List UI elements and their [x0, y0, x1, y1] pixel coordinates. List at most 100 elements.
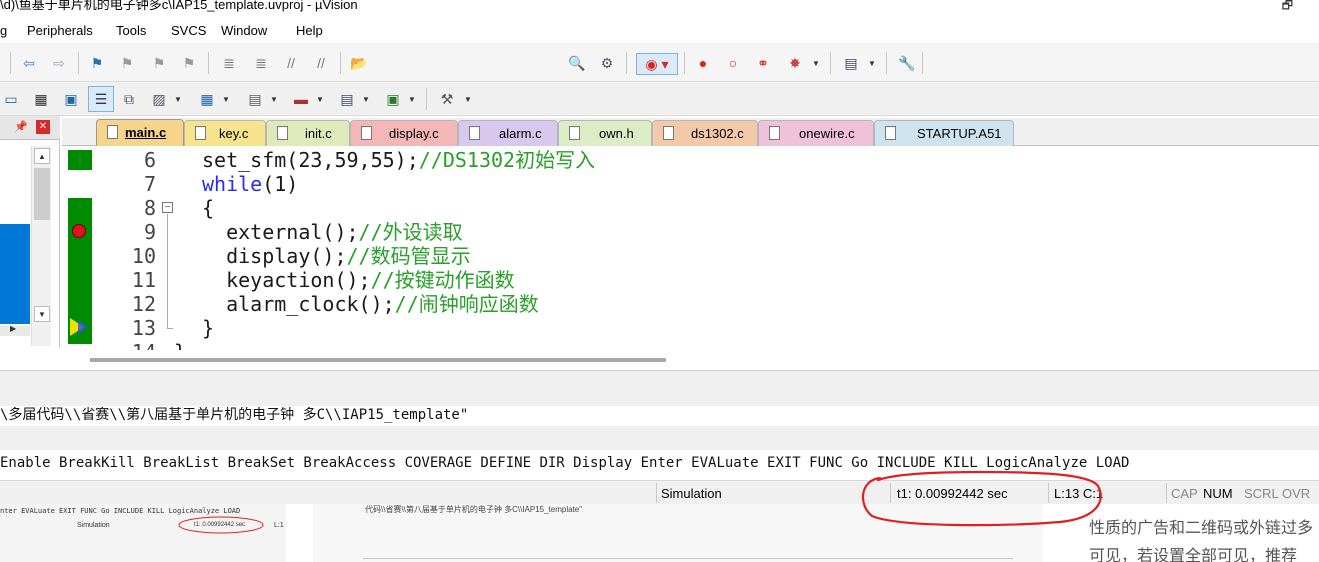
tab-init-c[interactable]: init.c — [266, 120, 350, 146]
code-line[interactable]: alarm_clock();//闹钟响应函数 — [202, 292, 539, 316]
navigate-back-icon[interactable]: ⇦ — [20, 54, 38, 72]
chevron-down-icon[interactable]: ▼ — [316, 95, 324, 104]
window-title: \d)\鱼基于单片机的电子钟多c\IAP15_template.uvproj -… — [0, 0, 358, 12]
command-window-divider — [0, 426, 1319, 450]
breakpoint-disable-all-icon[interactable]: ⚭ — [754, 54, 772, 72]
menu-window[interactable]: Window — [221, 23, 267, 38]
breakpoint-icon[interactable] — [72, 224, 86, 238]
insert-bookmark-icon[interactable]: ⚑ — [88, 54, 106, 72]
menu-help[interactable]: Help — [296, 23, 323, 38]
code-line[interactable]: set_sfm(23,59,55);//DS1302初始写入 — [202, 148, 595, 172]
uncomment-icon[interactable]: // — [312, 54, 330, 72]
file-icon — [569, 126, 580, 140]
menu-tools[interactable]: Tools — [116, 23, 146, 38]
selected-tree-item[interactable] — [0, 224, 30, 324]
file-icon — [195, 126, 206, 140]
serial-window-icon[interactable]: ▤ — [246, 90, 264, 108]
breakpoint-insert-icon[interactable]: ● — [694, 54, 712, 72]
annotation-ellipse-small — [178, 516, 264, 534]
line-number: 13 — [131, 316, 156, 340]
restore-icon[interactable]: 🗗 — [1282, 0, 1293, 16]
chevron-down-icon[interactable]: ▼ — [408, 95, 416, 104]
watch-icon[interactable]: ▨ — [150, 90, 168, 108]
scroll-up-icon[interactable]: ▲ — [34, 148, 50, 164]
build-toolbar: ⇦ ⇨ ⚑ ⚑ ⚑ ⚑ ≣ ≣ // // 📂 write_eeprom ⌄ 🔍… — [0, 44, 1319, 118]
file-icon — [885, 126, 896, 140]
chevron-down-icon[interactable]: ▼ — [174, 95, 182, 104]
tab-ds1302-c[interactable]: ds1302.c — [652, 120, 758, 146]
tab-startup-a51[interactable]: STARTUP.A51 — [874, 120, 1014, 146]
indent-icon[interactable]: ≣ — [220, 54, 238, 72]
tab-own-h[interactable]: own.h — [558, 120, 652, 146]
navigate-forward-icon[interactable]: ⇨ — [50, 54, 68, 72]
code-line[interactable]: keyaction();//按键动作函数 — [202, 268, 515, 292]
registers-icon[interactable]: ☰ — [88, 86, 114, 112]
scroll-down-icon[interactable]: ▼ — [34, 306, 50, 322]
chevron-down-icon[interactable]: ▼ — [362, 95, 370, 104]
project-panel-scrollbar[interactable]: ▲ ▼ — [31, 146, 51, 346]
code-line[interactable]: } — [202, 316, 214, 340]
file-icon — [107, 125, 118, 139]
code-line[interactable]: external();//外设读取 — [202, 220, 463, 244]
breakpoint-kill-all-icon[interactable]: ✸ — [786, 54, 804, 72]
status-scrl: SCRL — [1244, 486, 1279, 501]
trace-icon[interactable]: ▤ — [338, 90, 356, 108]
code-line[interactable]: { — [202, 196, 214, 220]
build-output-text: \多届代码\\省赛\\第八届基于单片机的电子钟 多C\\IAP15_templa… — [0, 407, 469, 423]
close-icon[interactable]: ✕ — [36, 120, 50, 134]
next-bookmark-icon[interactable]: ⚑ — [150, 54, 168, 72]
analysis-window-icon[interactable]: ▬ — [292, 90, 310, 108]
incremental-find-icon[interactable]: ⚙ — [598, 54, 616, 72]
command-window-icon[interactable]: ▭ — [2, 90, 20, 108]
code-line[interactable]: display();//数码管显示 — [202, 244, 471, 268]
menu-svcs[interactable]: SVCS — [171, 23, 206, 38]
tab-onewire-c[interactable]: onewire.c — [758, 120, 874, 146]
status-cursor-position: L:13 C:1 — [1054, 486, 1104, 501]
configure-icon[interactable]: 🔧 — [898, 54, 916, 72]
pin-icon[interactable]: 📌 — [14, 120, 28, 133]
breakpoint-enable-icon[interactable]: ○ — [724, 54, 742, 72]
file-icon — [769, 126, 780, 140]
clear-bookmarks-icon[interactable]: ⚑ — [180, 54, 198, 72]
symbols-icon[interactable]: ▣ — [62, 90, 80, 108]
comment-icon[interactable]: // — [282, 54, 300, 72]
debug-session-icon[interactable]: ◉ ▾ — [636, 53, 678, 75]
unindent-icon[interactable]: ≣ — [252, 54, 270, 72]
line-number: 10 — [131, 244, 156, 268]
fold-guide — [167, 214, 168, 328]
file-icon — [361, 126, 372, 140]
coverage-marker — [68, 150, 92, 170]
menu-peripherals[interactable]: Peripherals — [27, 23, 93, 38]
tab-key-c[interactable]: key.c — [184, 120, 266, 146]
chevron-down-icon[interactable]: ▼ — [464, 95, 472, 104]
code-line[interactable]: while(1) — [202, 172, 298, 196]
call-stack-icon[interactable]: ⧉ — [120, 90, 138, 108]
window-layout-icon[interactable]: ▤ — [842, 54, 860, 72]
command-window[interactable]: Enable BreakKill BreakList BreakSet Brea… — [0, 450, 1319, 478]
code-editor[interactable]: 6 7 8 9 10 11 12 13 14 − set_sfm(23,59,5… — [66, 146, 1319, 368]
memory-icon[interactable]: ▦ — [198, 90, 216, 108]
tab-main-c[interactable]: main.c — [96, 119, 184, 147]
tab-display-c[interactable]: display.c — [350, 120, 458, 146]
find-in-files-icon[interactable]: 📂 — [350, 54, 368, 72]
scroll-right-icon[interactable]: ▶ — [10, 324, 16, 333]
fold-collapse-icon[interactable]: − — [162, 202, 173, 213]
disassembly-icon[interactable]: ▦ — [32, 90, 50, 108]
line-number: 11 — [131, 268, 156, 292]
editor-tab-bar: main.c key.c init.c display.c alarm.c ow… — [62, 118, 1319, 147]
previous-bookmark-icon[interactable]: ⚑ — [118, 54, 136, 72]
tab-alarm-c[interactable]: alarm.c — [458, 120, 558, 146]
menu-debug[interactable]: g — [0, 23, 7, 38]
chevron-down-icon[interactable]: ▼ — [812, 59, 820, 68]
find-icon[interactable]: 🔍 — [568, 54, 586, 72]
build-output-header — [0, 370, 1319, 406]
chevron-down-icon[interactable]: ▼ — [270, 95, 278, 104]
system-viewer-icon[interactable]: ▣ — [384, 90, 402, 108]
chevron-down-icon[interactable]: ▼ — [222, 95, 230, 104]
toolbox-icon[interactable]: ⚒ — [438, 90, 456, 108]
debug-toolbar: ▭ ▦ ▣ ☰ ⧉ ▨ ▼ ▦ ▼ ▤ ▼ ▬ ▼ ▤ ▼ ▣ ▼ ⚒ ▼ — [0, 82, 1319, 116]
line-number: 6 — [143, 148, 156, 172]
scrollbar-thumb[interactable] — [34, 168, 50, 220]
editor-horizontal-scrollbar[interactable] — [90, 358, 666, 362]
chevron-down-icon[interactable]: ▼ — [868, 59, 876, 68]
